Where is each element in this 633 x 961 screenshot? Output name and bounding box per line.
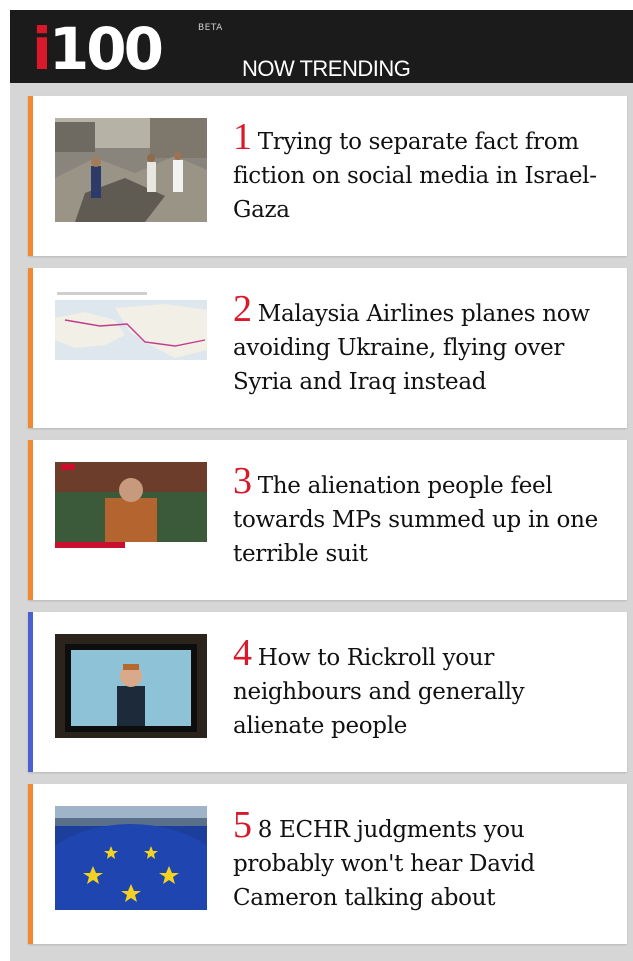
article-title: Trying to separate fact from fiction on …: [233, 129, 597, 223]
article-title: 8 ECHR judgments you probably won't hear…: [233, 817, 535, 911]
site-header: i100 BETA NOW TRENDING: [10, 10, 633, 83]
article-headline[interactable]: 1 Trying to separate fact from fiction on…: [233, 118, 613, 227]
beta-badge: BETA: [198, 23, 223, 33]
commons-speaker-image: [55, 462, 207, 566]
logo-number: 100: [48, 15, 164, 83]
rank-number: 3: [233, 460, 252, 502]
article-title: Malaysia Airlines planes now avoiding Uk…: [233, 301, 590, 395]
logo-i: i: [32, 15, 52, 83]
rank-number: 2: [233, 288, 252, 330]
article-thumbnail[interactable]: [55, 290, 207, 394]
article-title: How to Rickroll your neighbours and gene…: [233, 645, 525, 739]
flight-map-image: [55, 290, 207, 394]
trending-item-4[interactable]: 4 How to Rickroll your neighbours and gen…: [28, 612, 627, 772]
article-title: The alienation people feel towards MPs s…: [233, 473, 598, 567]
trending-item-3[interactable]: 3 The alienation people feel towards MPs …: [28, 440, 627, 600]
article-thumbnail[interactable]: [55, 806, 207, 910]
rank-number: 4: [233, 632, 252, 674]
trending-item-5[interactable]: 58 ECHR judgments you probably won't hea…: [28, 784, 627, 944]
rubble-photo-image: [55, 118, 207, 222]
article-headline[interactable]: 4 How to Rickroll your neighbours and gen…: [233, 634, 613, 743]
article-headline[interactable]: 58 ECHR judgments you probably won't hea…: [233, 806, 613, 915]
rank-number: 5: [233, 804, 252, 846]
i100-logo[interactable]: i100: [32, 15, 164, 83]
echr-courtroom-image: [55, 806, 207, 910]
trending-item-1[interactable]: 1 Trying to separate fact from fiction on…: [28, 96, 627, 256]
article-thumbnail[interactable]: [55, 462, 207, 566]
trending-list: 1 Trying to separate fact from fiction on…: [28, 96, 627, 956]
article-headline[interactable]: 3 The alienation people feel towards MPs …: [233, 462, 613, 571]
article-headline[interactable]: 2 Malaysia Airlines planes now avoiding U…: [233, 290, 613, 399]
trending-item-2[interactable]: 2 Malaysia Airlines planes now avoiding U…: [28, 268, 627, 428]
rank-number: 1: [233, 116, 252, 158]
rickroll-screen-image: [55, 634, 207, 738]
article-thumbnail[interactable]: [55, 118, 207, 222]
now-trending-title: NOW TRENDING: [242, 56, 411, 81]
article-thumbnail[interactable]: [55, 634, 207, 738]
